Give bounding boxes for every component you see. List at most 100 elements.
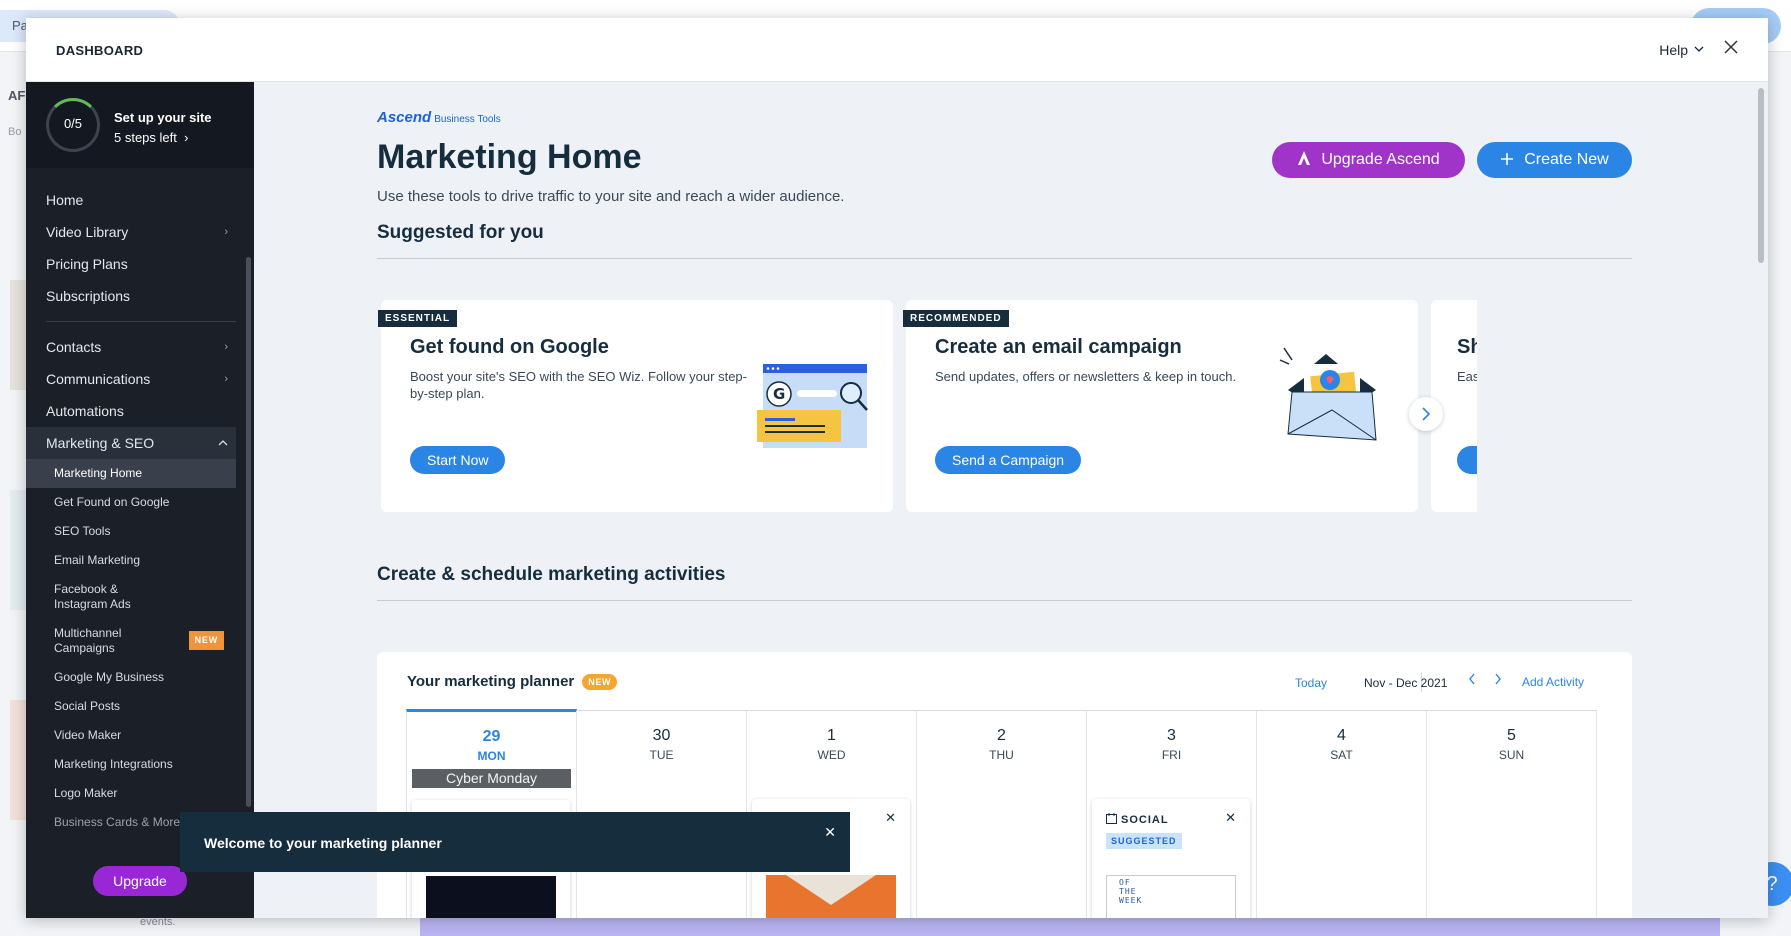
sidebar-scrollbar[interactable] xyxy=(246,257,251,807)
calendar-icon xyxy=(1106,813,1117,827)
main-content: Ascend Business Tools Marketing Home Use … xyxy=(254,82,1768,918)
carousel-next-button[interactable] xyxy=(1409,397,1443,431)
background-block xyxy=(10,490,26,610)
upgrade-ascend-label: Upgrade Ascend xyxy=(1321,151,1440,168)
sidebar-item-label: Contacts xyxy=(46,339,102,355)
card-tag: ESSENTIAL xyxy=(378,310,458,327)
marketing-planner: Your marketing planner NEW Today Nov - D… xyxy=(377,652,1632,918)
section-divider xyxy=(377,600,1632,601)
sidebar-item-label: Communications xyxy=(46,371,151,387)
background-text: AF xyxy=(8,88,26,103)
suggested-title: Suggested for you xyxy=(377,222,544,243)
day-name: THU xyxy=(989,748,1014,762)
sidebar-subitem-multichannel[interactable]: Multichannel Campaigns NEW xyxy=(26,619,236,663)
close-icon[interactable]: ✕ xyxy=(1225,810,1236,826)
day-name: FRI xyxy=(1161,748,1182,762)
day-number: 4 xyxy=(1337,727,1346,744)
social-label-text: SOCIAL xyxy=(1121,814,1169,826)
svg-text:G: G xyxy=(773,385,785,403)
toast-message: Welcome to your marketing planner xyxy=(204,835,442,851)
card-title: Sh xyxy=(1457,336,1477,358)
day-column[interactable]: 3 FRI SOCIAL ✕ SUGGESTED OF THE WEEK xyxy=(1086,711,1257,918)
sidebar-subitem-gmb[interactable]: Google My Business xyxy=(26,663,236,692)
close-icon[interactable]: ✕ xyxy=(885,810,896,826)
card-title: Get found on Google xyxy=(410,336,609,358)
sidebar-item-contacts[interactable]: Contacts › xyxy=(26,331,236,363)
plus-icon xyxy=(1500,150,1514,171)
day-column[interactable]: 2 THU xyxy=(916,711,1087,918)
day-column[interactable]: 5 SUN xyxy=(1426,711,1597,918)
sidebar-subitem-facebook-ads[interactable]: Facebook & Instagram Ads xyxy=(26,575,146,619)
modal-header: DASHBOARD Help xyxy=(26,18,1768,82)
chevron-down-icon xyxy=(1694,45,1704,56)
sidebar-subitem-marketing-home[interactable]: Marketing Home xyxy=(26,459,236,488)
card-description: Eas xyxy=(1457,369,1477,384)
send-campaign-button[interactable]: Send a Campaign xyxy=(935,446,1082,474)
card-button-partial[interactable] xyxy=(1457,446,1477,474)
sidebar-nav: Home Video Library › Pricing Plans Subsc… xyxy=(26,184,236,837)
welcome-toast: Welcome to your marketing planner ✕ xyxy=(180,812,850,872)
ascend-logo-tools: Business Tools xyxy=(434,114,501,125)
help-dropdown[interactable]: Help xyxy=(1659,42,1704,58)
day-number: 3 xyxy=(1167,727,1176,744)
planner-title-label: Your marketing planner xyxy=(407,673,575,690)
close-icon[interactable] xyxy=(1724,36,1738,58)
start-now-button[interactable]: Start Now xyxy=(410,446,506,474)
day-name: SAT xyxy=(1330,748,1353,762)
post-thumbnail xyxy=(426,876,556,918)
sidebar-item-marketing-seo[interactable]: Marketing & SEO xyxy=(26,427,236,459)
help-label: Help xyxy=(1659,42,1688,58)
new-badge: NEW xyxy=(582,673,618,690)
sidebar-item-label: Video Library xyxy=(46,224,129,240)
sidebar-subitem-logo-maker[interactable]: Logo Maker xyxy=(26,779,236,808)
post-thumbnail: OF THE WEEK xyxy=(1106,875,1236,918)
close-icon[interactable]: ✕ xyxy=(824,824,836,841)
next-week-button[interactable] xyxy=(1493,672,1503,689)
social-activity-card[interactable]: SOCIAL ✕ SUGGESTED OF THE WEEK xyxy=(1092,799,1250,918)
upgrade-ascend-button[interactable]: Upgrade Ascend xyxy=(1272,142,1465,178)
sidebar-subitem-email-marketing[interactable]: Email Marketing xyxy=(26,546,236,575)
sidebar-subitem-social-posts[interactable]: Social Posts xyxy=(26,692,236,721)
sidebar-item-pricing-plans[interactable]: Pricing Plans xyxy=(26,248,236,280)
today-link[interactable]: Today xyxy=(1295,676,1327,690)
create-new-button[interactable]: Create New xyxy=(1477,142,1632,178)
sidebar-item-video-library[interactable]: Video Library › xyxy=(26,216,236,248)
prev-week-button[interactable] xyxy=(1467,672,1477,689)
sidebar-divider xyxy=(46,321,236,322)
add-activity-link[interactable]: Add Activity xyxy=(1522,675,1584,689)
seo-illustration-icon: G xyxy=(757,364,868,448)
page-subtitle: Use these tools to drive traffic to your… xyxy=(377,188,845,205)
upgrade-button[interactable]: Upgrade xyxy=(93,866,187,896)
post-thumbnail xyxy=(766,875,896,918)
day-number: 29 xyxy=(482,728,501,745)
sidebar-item-communications[interactable]: Communications › xyxy=(26,363,236,395)
holiday-label: Cyber Monday xyxy=(412,769,571,788)
dashboard-modal: DASHBOARD Help 0/5 Set up your site 5 st… xyxy=(26,18,1768,918)
day-column[interactable]: 4 SAT xyxy=(1256,711,1427,918)
sidebar-item-home[interactable]: Home xyxy=(26,184,236,216)
new-badge: NEW xyxy=(188,631,224,650)
card-title: Create an email campaign xyxy=(935,336,1182,358)
sidebar-subitem-get-found[interactable]: Get Found on Google xyxy=(26,488,236,517)
ascend-logo-brand: Ascend xyxy=(377,109,432,126)
sidebar-item-automations[interactable]: Automations xyxy=(26,395,236,427)
email-illustration-icon xyxy=(1279,347,1377,441)
card-description: Send updates, offers or newsletters & ke… xyxy=(935,369,1237,384)
sidebar-item-subscriptions[interactable]: Subscriptions xyxy=(26,280,236,312)
card-description: Boost your site's SEO with the SEO Wiz. … xyxy=(410,369,747,401)
sidebar-subitem-video-maker[interactable]: Video Maker xyxy=(26,721,236,750)
section-divider xyxy=(377,258,1632,259)
progress-count: 0/5 xyxy=(63,116,83,131)
day-number: 1 xyxy=(827,727,836,744)
main-scrollbar[interactable] xyxy=(1758,88,1764,263)
planner-title: Your marketing planner NEW xyxy=(407,673,618,690)
setup-progress[interactable]: 0/5 Set up your site 5 steps left › xyxy=(26,82,254,168)
day-name: MON xyxy=(477,749,506,763)
date-range: Nov - Dec 2021 xyxy=(1364,676,1448,690)
chevron-right-icon: › xyxy=(224,226,228,238)
setup-steps[interactable]: 5 steps left › xyxy=(114,130,188,145)
chevron-right-icon: › xyxy=(224,341,228,353)
sidebar-subitem-seo-tools[interactable]: SEO Tools xyxy=(26,517,236,546)
day-number: 5 xyxy=(1507,727,1516,744)
sidebar-subitem-integrations[interactable]: Marketing Integrations xyxy=(26,750,236,779)
